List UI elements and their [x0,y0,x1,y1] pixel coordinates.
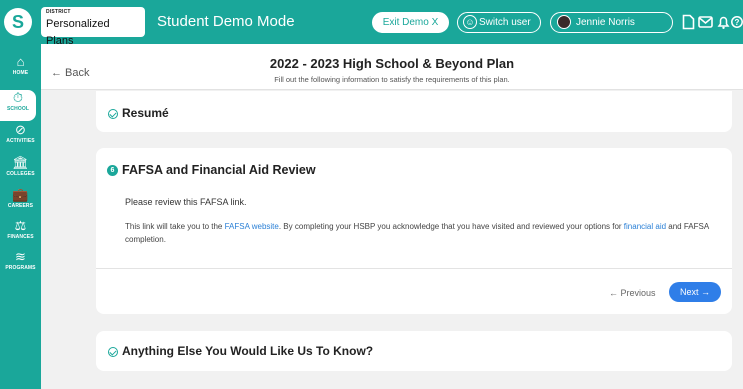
finances-icon: ⚖ [14,218,27,233]
page-title: 2022 - 2023 High School & Beyond Plan [269,56,515,71]
careers-icon: 💼 [12,187,29,202]
home-icon: ⌂ [16,54,25,69]
fafsa-instruction: Please review this FAFSA link. [125,197,247,207]
fafsa-website-link[interactable]: FAFSA website [225,222,279,231]
switch-user-button[interactable]: ☺ Switch user [457,12,541,33]
page-subtitle: Fill out the following information to sa… [274,75,510,84]
activities-icon: ⊘ [15,122,26,137]
sidebar-item-label: HOME [12,70,29,76]
help-icon[interactable]: ? [731,14,743,30]
district-selector[interactable]: DISTRICT Personalized Plans [41,7,145,47]
fafsa-description: This link will take you to the FAFSA web… [125,220,725,246]
user-menu-button[interactable]: Jennie Norris [550,12,673,33]
resume-section-title: Resumé [122,106,169,120]
financial-aid-link[interactable]: financial aid [624,222,666,231]
document-icon[interactable] [682,14,695,30]
sidebar-item-label: FINANCES [7,234,34,240]
sidebar-item-label: ACTIVITIES [6,138,35,144]
description-text: . By completing your HSBP you acknowledg… [278,222,624,231]
programs-icon: ≋ [15,249,26,264]
anything-else-section[interactable]: Anything Else You Would Like Us To Know? [96,331,732,371]
plan-header: ← Back 2022 - 2023 High School & Beyond … [41,44,743,90]
exit-demo-button[interactable]: Exit Demo X [372,12,449,33]
sidebar-item-label: PROGRAMS [5,265,36,271]
scrollbar[interactable] [736,90,743,389]
app-logo[interactable]: S [4,8,32,36]
resume-section[interactable]: Resumé [96,91,732,132]
sidebar-item-careers[interactable]: 💼 CAREERS [0,187,41,218]
school-icon: ⏱ [12,90,24,105]
colleges-icon: 🏛 [12,155,29,170]
previous-button[interactable]: ← Previous [609,288,656,298]
sidebar-item-finances[interactable]: ⚖ FINANCES [0,218,41,249]
switch-user-label: Switch user [479,17,531,28]
sidebar-item-activities[interactable]: ⊘ ACTIVITIES [0,122,41,153]
sidebar-item-label: COLLEGES [6,171,35,177]
fafsa-section: 6 FAFSA and Financial Aid Review Please … [96,148,732,314]
check-circle-icon [108,347,118,357]
sidebar-item-colleges[interactable]: 🏛 COLLEGES [0,155,41,186]
avatar [557,15,571,29]
fafsa-section-title[interactable]: FAFSA and Financial Aid Review [122,163,316,177]
district-label: DISTRICT [46,9,71,15]
user-name: Jennie Norris [576,17,635,28]
step-number-badge: 6 [107,165,118,176]
top-bar: S DISTRICT Personalized Plans Student De… [0,0,743,47]
user-switch-icon: ☺ [463,15,477,29]
sidebar: ⌂ HOME ⏱ SCHOOL ⊘ ACTIVITIES 🏛 COLLEGES … [0,44,41,389]
card-divider [96,268,732,269]
sidebar-item-home[interactable]: ⌂ HOME [0,54,41,85]
check-circle-icon [108,109,118,119]
sidebar-item-label: SCHOOL [7,106,29,112]
mail-icon[interactable] [698,14,713,30]
svg-text:?: ? [735,18,740,27]
mode-title: Student Demo Mode [157,13,295,30]
bell-icon[interactable] [717,14,730,30]
sidebar-item-programs[interactable]: ≋ PROGRAMS [0,249,41,280]
description-text: This link will take you to the [125,222,225,231]
anything-else-title: Anything Else You Would Like Us To Know? [122,344,374,358]
sidebar-item-school[interactable]: ⏱ SCHOOL [0,90,36,121]
sidebar-item-label: CAREERS [7,203,34,209]
next-button[interactable]: Next → [669,282,721,302]
